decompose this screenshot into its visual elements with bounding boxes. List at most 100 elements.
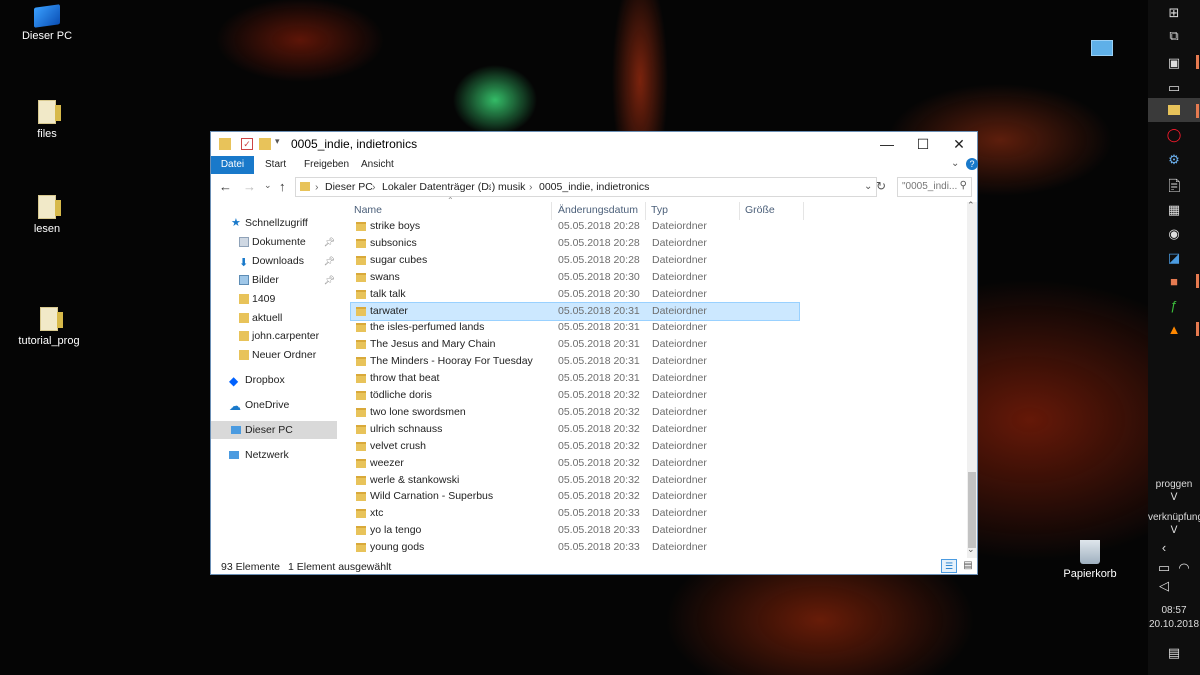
close-button[interactable]: ✕ [941,132,977,156]
table-row[interactable]: young gods 05.05.2018 20:33 Dateiordner [351,539,799,556]
scroll-up-icon[interactable]: ⌃ [967,200,975,211]
task-view-icon[interactable]: ⧉ [1166,28,1182,44]
nav-item-1409[interactable]: 1409 [211,290,337,308]
table-row[interactable]: tödliche doris 05.05.2018 20:32 Dateiordne… [351,387,799,404]
scroll-down-icon[interactable]: ⌄ [967,544,975,555]
desktop-icon-dieser-pc[interactable]: Dieser PC [2,4,92,42]
column-header-size[interactable]: Größe [745,204,775,216]
desktop-icon-tutorial-prog[interactable]: tutorial_prog [4,307,94,347]
wifi-icon[interactable]: ◠ [1176,560,1192,576]
nav-item-dropbox[interactable]: ◆ Dropbox [211,371,337,389]
nav-item-bilder[interactable]: Bilder 📌︎ [211,271,337,289]
scrollbar-thumb[interactable] [968,472,976,548]
nav-item-dokumente[interactable]: Dokumente 📌︎ [211,233,337,251]
column-header-name[interactable]: Name [354,204,382,216]
table-row[interactable]: werle & stankowski 05.05.2018 20:32 Dateio… [351,472,799,489]
table-row[interactable]: weezer 05.05.2018 20:32 Dateiordner [351,455,799,472]
table-row[interactable]: sugar cubes 05.05.2018 20:28 Dateiordner [351,252,799,269]
toolbar-label-proggen[interactable]: proggen [1148,479,1200,490]
vlc-icon[interactable]: ▲ [1166,322,1182,338]
tray-widget-icon[interactable] [1091,40,1113,56]
column-header-type[interactable]: Typ [651,204,668,216]
table-row[interactable]: ulrich schnauss 05.05.2018 20:32 Dateiordn… [351,421,799,438]
table-row[interactable]: subsonics 05.05.2018 20:28 Dateiordner [351,235,799,252]
table-row[interactable]: xtc 05.05.2018 20:33 Dateiordner [351,505,799,522]
table-row[interactable]: throw that beat 05.05.2018 20:31 Dateiordn… [351,370,799,387]
calculator-icon[interactable]: ▦ [1166,202,1182,218]
pin-icon[interactable]: 📌︎ [324,252,335,270]
green-app-icon[interactable]: ƒ [1166,298,1182,314]
window-app-icon[interactable]: ▭ [1166,80,1182,96]
column-header-date[interactable]: Änderungsdatum [558,204,638,216]
table-row[interactable]: tarwater 05.05.2018 20:31 Dateiordner [350,301,800,321]
vertical-scrollbar[interactable]: ⌃ ⌄ [967,200,977,558]
nav-item-dieser-pc[interactable]: Dieser PC [211,421,337,439]
nav-item-neuer-ordner[interactable]: Neuer Ordner [211,346,337,364]
chevron-left-icon[interactable]: ‹ [1156,540,1172,556]
chevron-down-icon[interactable]: ᐯ [1148,492,1200,503]
tiles-view-icon[interactable]: ▤ [961,559,975,573]
nav-item-john-carpenter[interactable]: john.carpenter [211,327,337,345]
table-row[interactable]: yo la tengo 05.05.2018 20:33 Dateiordner [351,522,799,539]
nav-item-schnellzugriff[interactable]: ★ Schnellzugriff [211,214,337,232]
app-square-icon[interactable]: ■ [1166,274,1182,290]
nav-item-netzwerk[interactable]: Netzwerk [211,446,337,464]
maximize-button[interactable]: ☐ [905,132,941,156]
pin-icon[interactable]: 📌︎ [324,271,335,289]
desktop-icon-papierkorb[interactable]: Papierkorb [1045,540,1135,580]
table-row[interactable]: the isles-perfumed lands 05.05.2018 20:31… [351,319,799,336]
nav-item-onedrive[interactable]: ☁ OneDrive [211,396,337,414]
table-row[interactable]: strike boys 05.05.2018 20:28 Dateiordner [351,218,799,235]
clock-date[interactable]: 20.10.2018 [1148,619,1200,630]
tab-start[interactable]: Start [265,156,286,174]
breadcrumb-dieser-pc[interactable]: Dieser PC [325,181,373,193]
search-input[interactable]: "0005_indi... ⚲ [897,177,972,197]
title-bar[interactable]: ✓ ▾ 0005_indie, indietronics — ☐ ✕ [211,132,977,156]
address-dropdown-icon[interactable]: ⌄ [864,181,872,192]
table-row[interactable]: talk talk 05.05.2018 20:30 Dateiordner [351,286,799,303]
volume-icon[interactable]: ◁ [1156,578,1172,594]
breadcrumb-drive[interactable]: Lokaler Datenträger (D:) [382,181,495,193]
column-divider[interactable] [803,202,804,220]
tab-freigeben[interactable]: Freigeben [304,156,349,174]
breadcrumb-musik[interactable]: musik [498,181,525,193]
ribbon-expand-icon[interactable]: ⌄ [951,158,959,169]
up-arrow-icon[interactable]: ↑ [279,179,286,194]
opera-icon[interactable]: ◯ [1166,127,1182,143]
back-arrow-icon[interactable]: ← [219,179,232,194]
details-view-icon[interactable]: ☰ [941,559,957,573]
refresh-icon[interactable]: ↻ [876,179,886,193]
new-folder-icon[interactable] [259,138,271,150]
nav-item-aktuell[interactable]: aktuell [211,309,337,327]
table-row[interactable]: two lone swordsmen 05.05.2018 20:32 Dateio… [351,404,799,421]
app-icon[interactable]: ▣ [1166,55,1182,71]
clock-time[interactable]: 08:57 [1148,605,1200,616]
recent-locations-icon[interactable]: ⌄ [264,180,272,191]
table-row[interactable]: The Jesus and Mary Chain 05.05.2018 20:31… [351,336,799,353]
battery-icon[interactable]: ▭ [1156,560,1172,576]
nav-item-downloads[interactable]: ⬇ Downloads 📌︎ [211,252,337,270]
app-round-icon[interactable]: ◉ [1166,226,1182,242]
forward-arrow-icon[interactable]: → [243,179,256,194]
table-row[interactable]: Wild Carnation - Superbus 05.05.2018 20:3… [351,488,799,505]
tab-ansicht[interactable]: Ansicht [361,156,394,174]
table-row[interactable]: The Minders - Hooray For Tuesday 05.05.20… [351,353,799,370]
desktop-icon-lesen[interactable]: lesen [2,195,92,235]
address-bar[interactable]: › Dieser PC › Lokaler Datenträger (D:) ›… [295,177,877,197]
start-windows-icon[interactable]: ⊞ [1166,5,1182,21]
pin-icon[interactable]: 📌︎ [324,233,335,251]
help-icon[interactable]: ? [966,158,978,170]
table-row[interactable]: swans 05.05.2018 20:30 Dateiordner [351,269,799,286]
settings-gear-icon[interactable]: ⚙ [1166,152,1182,168]
toolbar-label-verknuepfung[interactable]: verknüpfung [1148,512,1200,523]
tab-datei[interactable]: Datei [211,156,254,174]
taskbar-item-explorer[interactable] [1148,98,1200,122]
breadcrumb-current[interactable]: 0005_indie, indietronics [539,181,649,193]
document-icon[interactable]: 📄︎ [1166,178,1183,194]
notifications-icon[interactable]: ▤ [1166,645,1182,661]
table-row[interactable]: velvet crush 05.05.2018 20:32 Dateiordner [351,438,799,455]
quick-access-dropdown-icon[interactable]: ▾ [275,136,280,147]
chevron-down-icon[interactable]: ᐯ [1148,525,1200,536]
minimize-button[interactable]: — [869,132,905,156]
desktop-icon-files[interactable]: files [2,100,92,140]
